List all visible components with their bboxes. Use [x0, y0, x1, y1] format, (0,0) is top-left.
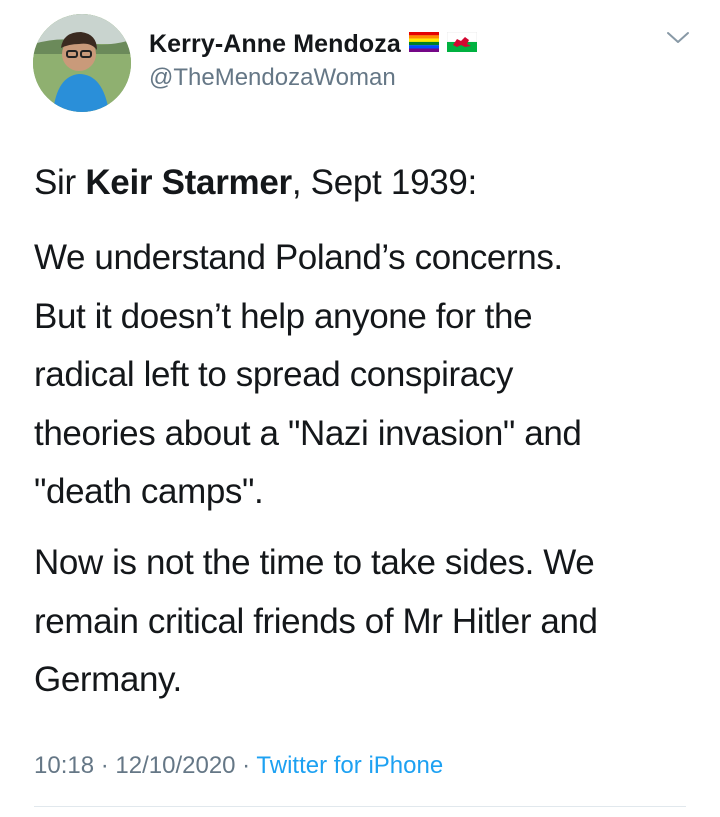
tweet-card: Kerry-Anne Mendoza @TheMendozaWoman Sir …: [0, 0, 720, 817]
headline-prefix: Sir: [34, 163, 86, 202]
meta-separator: ·: [94, 752, 116, 779]
divider: [34, 806, 686, 807]
headline-bold-name: Keir Starmer: [85, 163, 292, 202]
tweet-headline: Sir Keir Starmer, Sept 1939:: [34, 161, 477, 205]
welsh-flag-icon: [446, 31, 478, 57]
chevron-down-icon[interactable]: [664, 28, 692, 48]
meta-separator: ·: [235, 752, 257, 779]
avatar[interactable]: [33, 14, 131, 112]
author-handle[interactable]: @TheMendozaWoman: [149, 64, 396, 92]
tweet-paragraph-1: We understand Poland’s concerns. But it …: [34, 238, 582, 511]
profile-photo-icon: [33, 14, 131, 112]
headline-suffix: , Sept 1939:: [291, 163, 477, 202]
tweet-meta: 10:18 · 12/10/2020 · Twitter for iPhone: [34, 752, 443, 780]
tweet-date[interactable]: 12/10/2020: [115, 752, 235, 779]
author-name-row[interactable]: Kerry-Anne Mendoza: [149, 30, 478, 59]
rainbow-flag-icon: [408, 32, 439, 57]
tweet-time[interactable]: 10:18: [34, 752, 94, 779]
author-display-name[interactable]: Kerry-Anne Mendoza: [149, 30, 401, 59]
tweet-paragraph-2: Now is not the time to take sides. We re…: [34, 543, 598, 699]
tweet-source-link[interactable]: Twitter for iPhone: [256, 752, 443, 779]
